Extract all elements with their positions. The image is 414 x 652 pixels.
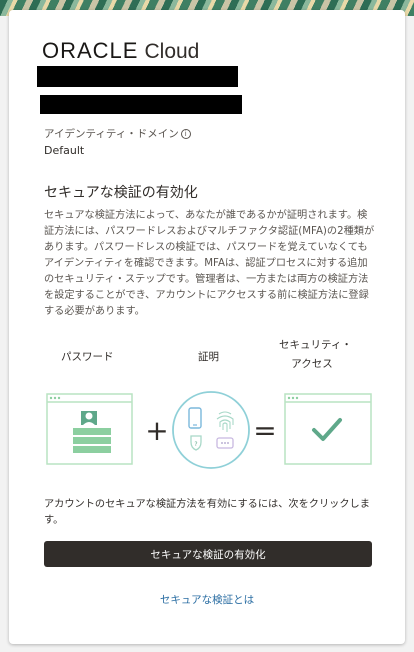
verification-card: ORACLE Cloud アイデンティティ・ドメイン i Default セキュ… bbox=[9, 10, 405, 644]
step-label-access: アクセス bbox=[291, 358, 333, 370]
identity-domain-label: アイデンティティ・ドメイン i bbox=[44, 126, 191, 141]
page-title: セキュアな検証の有効化 bbox=[44, 185, 198, 201]
redacted-block-2 bbox=[40, 95, 242, 114]
logo-cloud: Cloud bbox=[144, 40, 200, 63]
what-is-secure-verification-link[interactable]: セキュアな検証とは bbox=[9, 592, 405, 607]
proof-circle: ? bbox=[172, 391, 250, 469]
verification-illustration: + ? = bbox=[46, 391, 372, 469]
step-label-proof: 証明 bbox=[198, 351, 219, 363]
oracle-cloud-logo: ORACLE Cloud bbox=[42, 38, 199, 64]
step-label-password: パスワード bbox=[61, 351, 114, 363]
plus-symbol: + bbox=[145, 414, 168, 447]
user-icon bbox=[81, 411, 97, 425]
description-text: セキュアな検証方法によって、あなたが誰であるかが証明されます。検証方法には、パス… bbox=[44, 210, 375, 317]
step-label-security-access: セキュリティ・ アクセス bbox=[279, 337, 352, 371]
access-window bbox=[284, 393, 372, 465]
instruction-text: アカウントのセキュアな検証方法を有効にするには、次をクリックします。 bbox=[44, 499, 370, 526]
step-label-security: セキュリティ・ bbox=[279, 339, 352, 351]
redacted-block-1 bbox=[37, 66, 238, 87]
info-icon[interactable]: i bbox=[180, 128, 191, 139]
password-window bbox=[46, 393, 133, 465]
identity-domain-value: Default bbox=[44, 144, 85, 157]
svg-text:?: ? bbox=[194, 441, 197, 448]
identity-domain-text: アイデンティティ・ドメイン bbox=[44, 128, 179, 140]
equals-symbol: = bbox=[253, 414, 276, 447]
enable-secure-verification-button[interactable]: セキュアな検証の有効化 bbox=[44, 541, 372, 567]
logo-oracle: ORACLE bbox=[42, 38, 139, 63]
